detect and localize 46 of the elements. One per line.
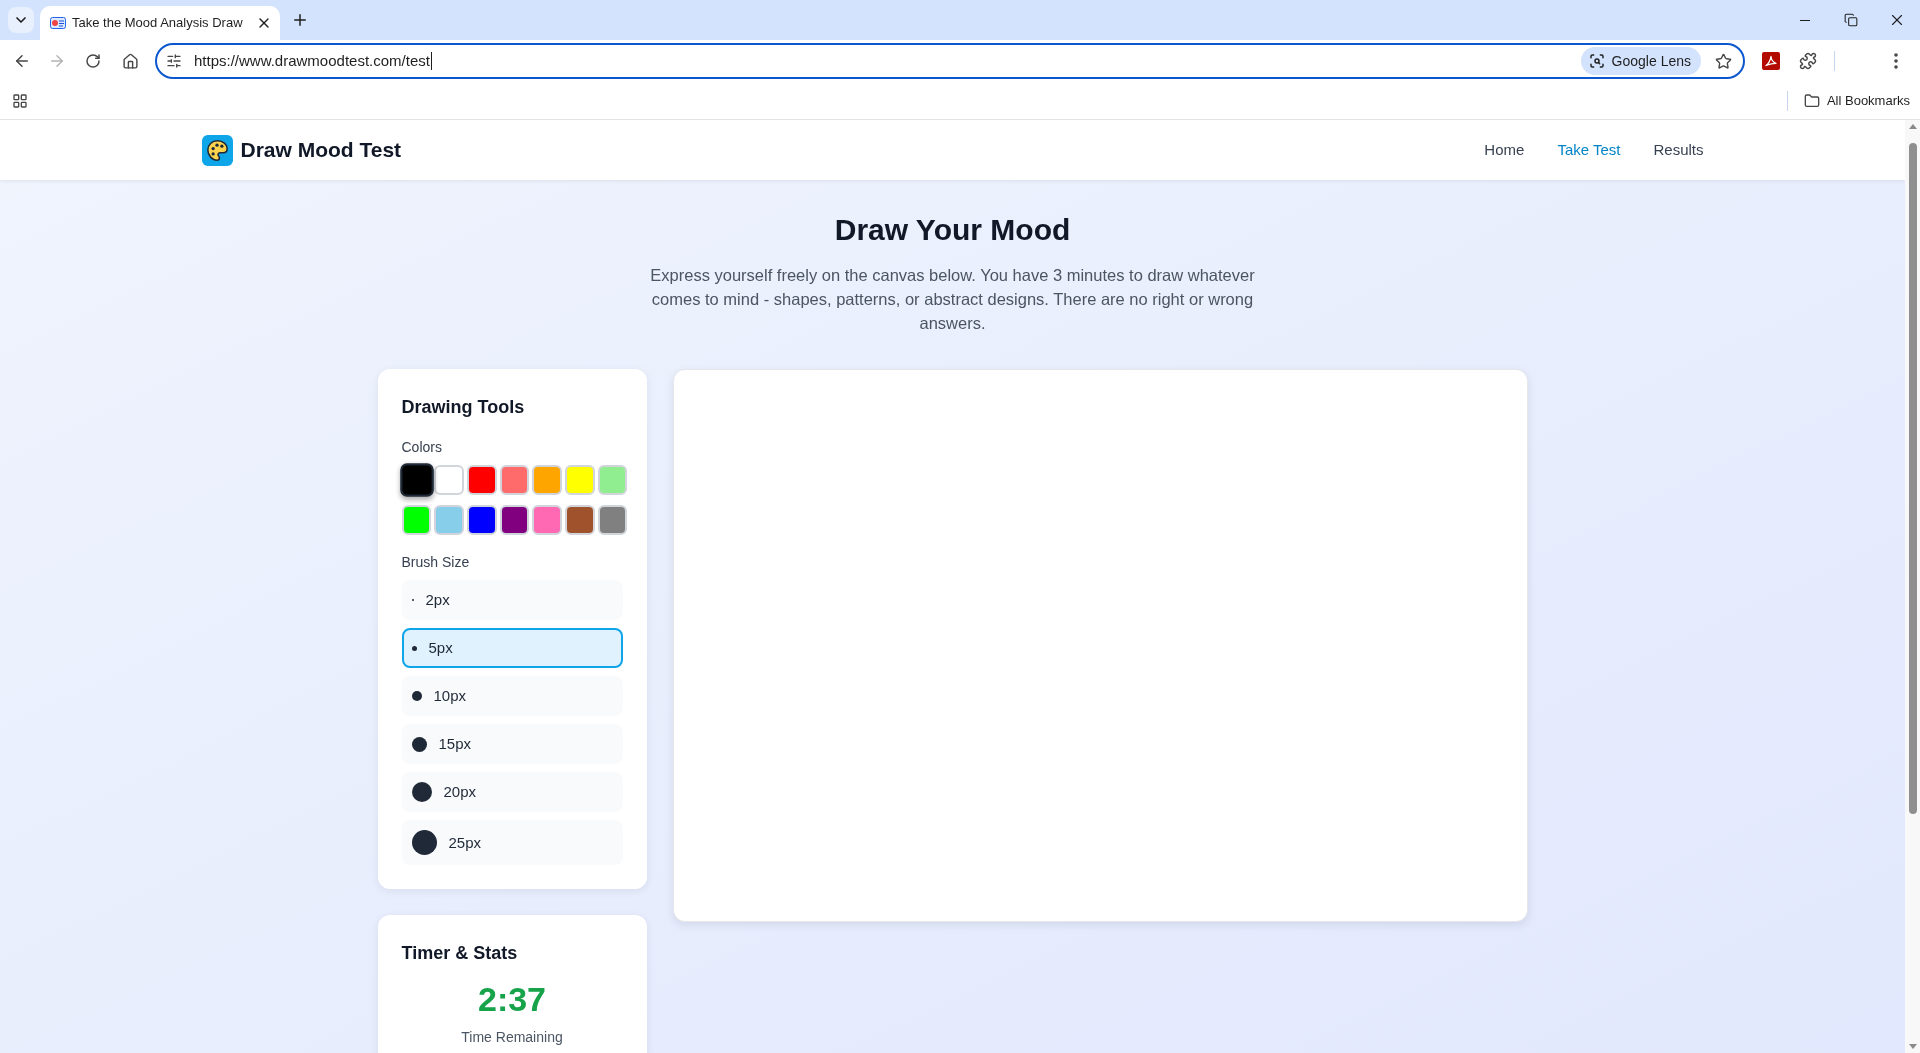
plus-icon xyxy=(291,11,309,29)
puzzle-icon xyxy=(1799,52,1817,70)
home-icon xyxy=(121,52,139,70)
brush-size-option[interactable]: 20px xyxy=(401,772,623,812)
color-swatch-icon[interactable] xyxy=(399,463,433,497)
address-bar[interactable]: https://www.drawmoodtest.com/test Google Lens xyxy=(155,43,1745,79)
brush-size-option[interactable]: 25px xyxy=(401,820,623,865)
section-label: Colors xyxy=(401,438,443,457)
page-title: Draw Your Mood xyxy=(834,212,1071,248)
scrollbar[interactable] xyxy=(1905,120,1920,1053)
brush-size-option[interactable]: 5px xyxy=(401,628,623,668)
panel-title: Drawing Tools xyxy=(401,396,526,419)
palette-logo-icon xyxy=(201,134,233,166)
minimize-icon xyxy=(1800,19,1810,21)
brush-size-option[interactable]: 2px xyxy=(401,580,623,620)
google-lens-chip[interactable]: Google Lens xyxy=(1580,47,1701,75)
star-icon xyxy=(1714,52,1732,70)
brush-size-option[interactable]: 10px xyxy=(401,676,623,716)
kebab-menu-icon xyxy=(1894,53,1898,69)
browser-tab[interactable]: Take the Mood Analysis Draw xyxy=(40,6,280,40)
all-bookmarks-button[interactable]: All Bookmarks xyxy=(1803,90,1910,111)
section-label: Brush Size xyxy=(401,553,471,572)
apps-grid-icon xyxy=(12,92,28,109)
reload-icon xyxy=(85,53,101,69)
scroll-down-arrow-icon[interactable] xyxy=(1908,1044,1917,1049)
text-caret xyxy=(430,52,432,70)
restore-icon xyxy=(1844,13,1858,27)
folder-icon xyxy=(1803,92,1820,109)
site-favicon-icon xyxy=(50,17,66,29)
scroll-up-arrow-icon[interactable] xyxy=(1908,124,1917,129)
brush-size-option[interactable]: 15px xyxy=(401,724,623,764)
tab-search-button[interactable] xyxy=(8,7,34,33)
site-info-icon[interactable] xyxy=(166,53,182,69)
nav-link[interactable]: Results xyxy=(1653,138,1704,162)
panel-title: Timer & Stats xyxy=(401,942,519,965)
scrollbar-thumb[interactable] xyxy=(1908,143,1917,814)
scan-search-icon xyxy=(1588,53,1605,69)
url-text: https://www.drawmoodtest.com/test xyxy=(194,50,430,71)
pdf-extension-icon xyxy=(1762,52,1780,70)
forward-arrow-icon xyxy=(48,52,66,70)
timer-caption: Time Remaining xyxy=(460,1028,564,1047)
page-description: Express yourself freely on the canvas below. You have 3 minutes to draw whatever comes to mind - shapes, patterns, or abstract designs. There are no right or wrong answers. xyxy=(649,265,1256,334)
brand-name[interactable]: Draw Mood Test xyxy=(240,134,402,166)
nav-link[interactable]: Home xyxy=(1484,138,1525,162)
nav-link[interactable]: Take Test xyxy=(1557,138,1621,162)
timer-value: 2:37 xyxy=(476,979,548,1019)
